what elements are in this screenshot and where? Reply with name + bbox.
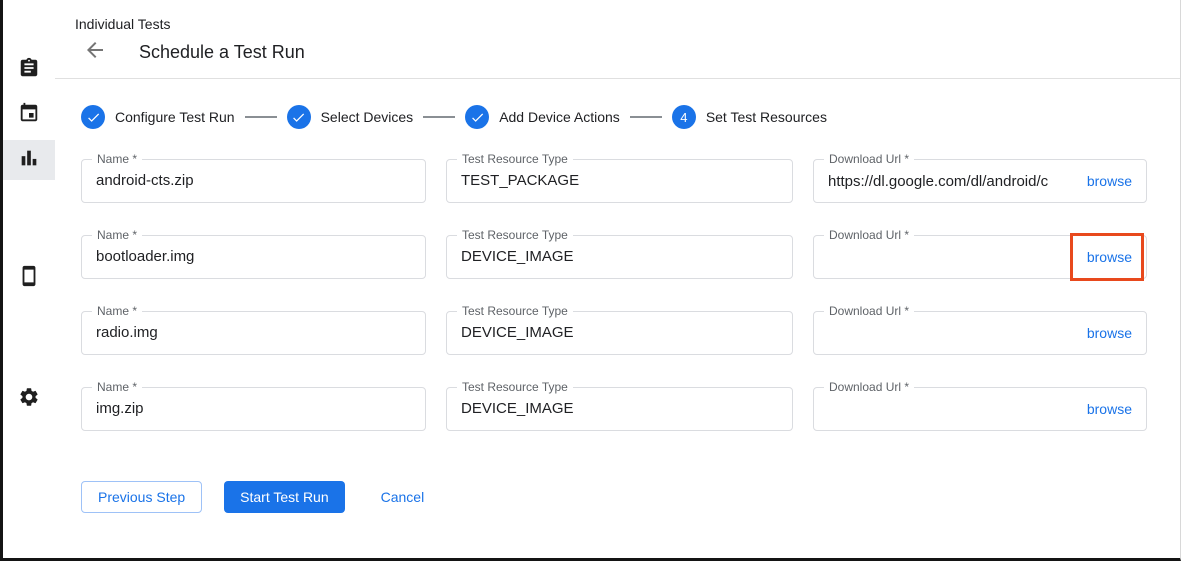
download-url-field[interactable]: Download Url * browse (813, 387, 1147, 431)
page-title: Schedule a Test Run (139, 42, 305, 63)
download-url-value: https://dl.google.com/dl/android/c (814, 173, 1079, 190)
step-complete-check-icon (465, 105, 489, 129)
arrow-back-icon (83, 38, 107, 67)
field-label: Test Resource Type (457, 228, 573, 242)
name-value: android-cts.zip (82, 160, 425, 202)
sidebar-item-settings[interactable] (3, 379, 55, 419)
name-field[interactable]: Name * radio.img (81, 311, 426, 355)
step-label: Add Device Actions (499, 109, 620, 125)
sidebar-item-test-runs[interactable] (3, 140, 55, 180)
sidebar (3, 0, 55, 558)
resource-type-value: TEST_PACKAGE (447, 160, 792, 202)
step-select-devices[interactable]: Select Devices (287, 105, 414, 129)
step-add-device-actions[interactable]: Add Device Actions (465, 105, 620, 129)
field-label: Test Resource Type (457, 304, 573, 318)
resource-type-field[interactable]: Test Resource Type DEVICE_IMAGE (446, 311, 793, 355)
name-field[interactable]: Name * img.zip (81, 387, 426, 431)
tests-clipboard-icon (18, 57, 40, 84)
step-number-badge: 4 (672, 105, 696, 129)
calendar-icon (18, 102, 40, 129)
resource-type-value: DEVICE_IMAGE (447, 312, 792, 354)
stepper-connector (245, 116, 277, 118)
bar-chart-icon (18, 147, 40, 174)
resource-type-field[interactable]: Test Resource Type DEVICE_IMAGE (446, 387, 793, 431)
cancel-button[interactable]: Cancel (365, 481, 441, 513)
field-label: Download Url * (824, 304, 914, 318)
sidebar-item-tests[interactable] (3, 50, 55, 90)
field-label: Download Url * (824, 380, 914, 394)
field-label: Test Resource Type (457, 380, 573, 394)
app-window: Individual Tests Schedule a Test Run Con… (0, 0, 1181, 561)
browse-link[interactable]: browse (1079, 401, 1146, 417)
step-set-test-resources[interactable]: 4 Set Test Resources (672, 105, 827, 129)
step-complete-check-icon (287, 105, 311, 129)
resource-type-field[interactable]: Test Resource Type TEST_PACKAGE (446, 159, 793, 203)
settings-gear-icon (18, 386, 40, 413)
field-label: Name * (92, 152, 142, 166)
step-label: Select Devices (321, 109, 414, 125)
phone-icon (18, 265, 40, 292)
name-field[interactable]: Name * bootloader.img (81, 235, 426, 279)
main-content: Individual Tests Schedule a Test Run Con… (55, 0, 1180, 558)
name-value: radio.img (82, 312, 425, 354)
step-label: Set Test Resources (706, 109, 827, 125)
page-header: Individual Tests Schedule a Test Run (55, 0, 1180, 79)
field-label: Name * (92, 304, 142, 318)
download-url-field[interactable]: Download Url * https://dl.google.com/dl/… (813, 159, 1147, 203)
breadcrumb: Individual Tests (75, 16, 1180, 32)
test-resources-form: Name * android-cts.zip Test Resource Typ… (81, 159, 1180, 431)
previous-step-button[interactable]: Previous Step (81, 481, 202, 513)
sidebar-item-devices[interactable] (3, 258, 55, 298)
field-label: Name * (92, 380, 142, 394)
stepper-connector (630, 116, 662, 118)
name-field[interactable]: Name * android-cts.zip (81, 159, 426, 203)
field-label: Download Url * (824, 228, 914, 242)
download-url-field[interactable]: Download Url * browse (813, 311, 1147, 355)
step-configure-test-run[interactable]: Configure Test Run (81, 105, 235, 129)
browse-link[interactable]: browse (1079, 325, 1146, 341)
browse-link[interactable]: browse (1079, 249, 1146, 265)
resource-type-value: DEVICE_IMAGE (447, 388, 792, 430)
sidebar-item-calendar[interactable] (3, 95, 55, 135)
start-test-run-button[interactable]: Start Test Run (224, 481, 344, 513)
field-label: Download Url * (824, 152, 914, 166)
field-label: Name * (92, 228, 142, 242)
name-value: img.zip (82, 388, 425, 430)
field-label: Test Resource Type (457, 152, 573, 166)
step-label: Configure Test Run (115, 109, 235, 125)
name-value: bootloader.img (82, 236, 425, 278)
action-bar: Previous Step Start Test Run Cancel (81, 481, 1180, 513)
download-url-field[interactable]: Download Url * browse (813, 235, 1147, 279)
resource-type-field[interactable]: Test Resource Type DEVICE_IMAGE (446, 235, 793, 279)
step-complete-check-icon (81, 105, 105, 129)
stepper: Configure Test Run Select Devices Add De… (81, 105, 1180, 129)
stepper-connector (423, 116, 455, 118)
browse-link[interactable]: browse (1079, 173, 1146, 189)
back-button[interactable] (83, 40, 107, 64)
resource-type-value: DEVICE_IMAGE (447, 236, 792, 278)
